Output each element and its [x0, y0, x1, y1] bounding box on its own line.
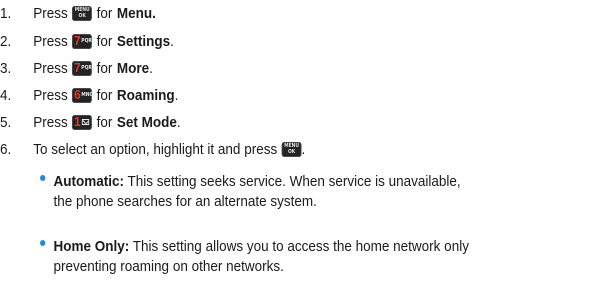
- step-period: .: [301, 140, 306, 158]
- step-text: for: [96, 86, 113, 104]
- step-number: 5.: [0, 113, 12, 131]
- option-term: Home Only:: [53, 238, 130, 255]
- key-7-pqrs-icon: 7 PQRS: [72, 59, 96, 76]
- step-period: .: [176, 113, 181, 131]
- step-text: Press: [33, 59, 68, 77]
- key-1-voicemail-icon: 1: [72, 114, 93, 130]
- step-target: Set Mode: [116, 113, 177, 131]
- step-number: 1.: [0, 4, 12, 22]
- step-text: Press: [33, 32, 68, 50]
- option-description: the phone searches for an alternate syst…: [53, 193, 317, 210]
- key-7-pqrs-icon: 7 PQRS: [72, 32, 96, 49]
- step-target: Menu.: [116, 4, 156, 22]
- step-1: 1. Press MENU OK for Menu.: [0, 0, 156, 26]
- step-text: for: [96, 4, 113, 22]
- option-description: preventing roaming on other networks.: [53, 258, 284, 275]
- step-number: 4.: [0, 86, 12, 104]
- step-5: 5. Press 1 for Set Mode.: [0, 109, 181, 135]
- step-text: Press: [33, 4, 68, 22]
- step-target: More: [116, 59, 150, 77]
- step-3: 3. Press 7 PQRS for More.: [0, 55, 153, 81]
- instruction-page: 1. Press MENU OK for Menu. 2. Press 7 PQ…: [0, 0, 599, 307]
- step-text: for: [96, 59, 113, 77]
- step-period: .: [174, 86, 179, 104]
- step-text: To select an option, highlight it and pr…: [33, 140, 278, 158]
- envelope-icon: [82, 118, 90, 125]
- key-6-mno-icon: 6 MNO: [72, 86, 94, 103]
- step-number: 6.: [0, 140, 12, 158]
- step-text: for: [96, 32, 113, 50]
- option-line: Home Only: This setting allows you to ac…: [40, 237, 469, 257]
- menu-ok-key-icon: MENU OK: [281, 141, 302, 157]
- option-line: the phone searches for an alternate syst…: [40, 192, 461, 212]
- step-text: Press: [33, 113, 68, 131]
- step-text: Press: [33, 86, 68, 104]
- option-line: Automatic: This setting seeks service. W…: [40, 172, 461, 192]
- step-text: for: [96, 113, 113, 131]
- option-description: This setting allows you to access the ho…: [132, 238, 469, 255]
- option-automatic: Automatic: This setting seeks service. W…: [40, 172, 461, 212]
- step-target: Settings: [116, 32, 171, 50]
- step-number: 3.: [0, 59, 12, 77]
- option-description: This setting seeks service. When service…: [127, 173, 461, 190]
- step-target: Roaming: [116, 86, 175, 104]
- step-number: 2.: [0, 32, 12, 50]
- menu-ok-key-icon: MENU OK: [72, 5, 93, 21]
- option-line: preventing roaming on other networks.: [40, 257, 469, 277]
- step-4: 4. Press 6 MNO for Roaming.: [0, 82, 178, 108]
- step-period: .: [170, 32, 174, 50]
- option-home-only: Home Only: This setting allows you to ac…: [40, 237, 469, 277]
- step-6: 6. To select an option, highlight it and…: [0, 136, 305, 162]
- step-period: .: [149, 59, 153, 77]
- option-term: Automatic:: [53, 173, 125, 190]
- step-2: 2. Press 7 PQRS for Settings.: [0, 28, 174, 54]
